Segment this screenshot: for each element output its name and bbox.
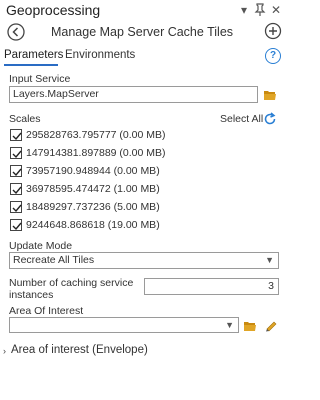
checkmark-icon <box>12 204 22 213</box>
checkmark-icon <box>12 168 22 177</box>
update-mode-value: Recreate All Tiles <box>13 254 95 266</box>
scale-item[interactable]: 147914381.897889 (0.00 MB) <box>9 147 279 162</box>
checkbox[interactable] <box>10 201 22 213</box>
instances-label: Number of caching service instances <box>9 277 144 301</box>
area-of-interest-label: Area Of Interest <box>9 305 84 317</box>
checkbox[interactable] <box>10 147 22 159</box>
scale-item-label: 36978595.474472 (1.00 MB) <box>26 183 160 195</box>
sketch-button[interactable] <box>264 318 278 337</box>
active-tab-indicator <box>4 64 58 66</box>
checkbox[interactable] <box>10 165 22 177</box>
scales-list: 295828763.795777 (0.00 MB) 147914381.897… <box>9 126 280 238</box>
checkbox[interactable] <box>10 219 22 231</box>
pane-menu-icon[interactable]: ▾ <box>237 3 251 17</box>
select-all-button[interactable]: Select All <box>220 113 263 125</box>
instances-label-line1: Number of caching service <box>9 277 134 289</box>
checkmark-icon <box>12 186 22 195</box>
chevron-down-icon: ▼ <box>225 320 234 330</box>
refresh-icon[interactable] <box>263 112 277 126</box>
chevron-down-icon: ▼ <box>265 255 274 265</box>
scale-item-label: 147914381.897889 (0.00 MB) <box>26 147 166 159</box>
pencil-icon <box>266 321 277 332</box>
tab-environments[interactable]: Environments <box>65 49 135 61</box>
input-service-label: Input Service <box>9 73 71 85</box>
pin-icon[interactable] <box>253 3 267 20</box>
area-of-interest-browse-button[interactable] <box>243 319 257 337</box>
close-icon[interactable]: ✕ <box>269 3 283 17</box>
scale-item[interactable]: 36978595.474472 (1.00 MB) <box>9 183 279 198</box>
checkbox[interactable] <box>10 183 22 195</box>
checkbox[interactable] <box>10 129 22 141</box>
checkmark-icon <box>12 132 22 141</box>
scale-item-label: 18489297.737236 (5.00 MB) <box>26 201 160 213</box>
scale-item-label: 295828763.795777 (0.00 MB) <box>26 129 166 141</box>
checkmark-icon <box>12 222 22 231</box>
scale-item-label: 9244648.868618 (19.00 MB) <box>26 219 160 231</box>
add-button[interactable] <box>264 22 282 40</box>
help-icon[interactable]: ? <box>265 48 281 64</box>
tool-title: Manage Map Server Cache Tiles <box>50 25 234 39</box>
tab-parameters[interactable]: Parameters <box>4 49 63 61</box>
input-service-browse-button[interactable] <box>263 88 277 106</box>
envelope-section-header[interactable]: Area of interest (Envelope) <box>11 344 148 356</box>
area-of-interest-select[interactable]: ▼ <box>9 317 239 333</box>
checkmark-icon <box>12 150 22 159</box>
instances-label-line2: instances <box>9 289 54 301</box>
update-mode-label: Update Mode <box>9 240 73 252</box>
scale-item[interactable]: 73957190.948944 (0.00 MB) <box>9 165 279 180</box>
update-mode-select[interactable]: Recreate All Tiles ▼ <box>9 252 279 269</box>
instances-field[interactable]: 3 <box>144 278 279 295</box>
folder-icon <box>264 91 276 100</box>
input-service-field[interactable]: Layers.MapServer <box>9 86 258 103</box>
scale-item[interactable]: 9244648.868618 (19.00 MB) <box>9 219 279 234</box>
plus-circle-icon <box>264 22 282 40</box>
scale-item[interactable]: 295828763.795777 (0.00 MB) <box>9 129 279 144</box>
chevron-right-icon[interactable]: › <box>3 346 6 356</box>
app-title: Geoprocessing <box>6 2 101 18</box>
scale-item-label: 73957190.948944 (0.00 MB) <box>26 165 160 177</box>
scale-item[interactable]: 18489297.737236 (5.00 MB) <box>9 201 279 216</box>
folder-icon <box>244 322 256 331</box>
scales-label: Scales <box>9 113 41 125</box>
